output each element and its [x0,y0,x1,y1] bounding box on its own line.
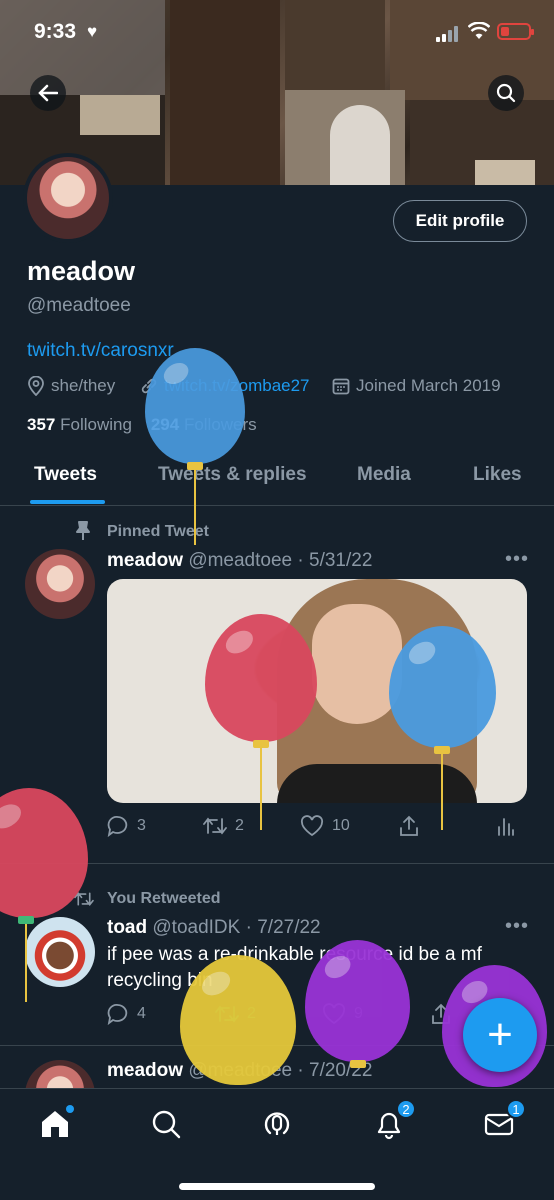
battery-icon [497,23,534,40]
website[interactable]: twitch.tv/zombae27 [140,376,310,396]
share-icon [400,815,418,836]
reply-count: 3 [137,817,146,834]
profile-tabs: Tweets Tweets & replies Media Likes [0,450,554,506]
following-link[interactable]: 357 Following [27,415,132,434]
following-count: 357 [27,415,56,434]
search-icon [496,83,516,103]
more-icon[interactable]: ••• [505,548,529,571]
like-button[interactable]: 9 [322,1003,363,1025]
retweet-button[interactable]: 2 [215,1003,256,1025]
tweet-author[interactable]: toad [107,917,147,938]
pin-icon [76,521,90,540]
tab-tweets-and-replies[interactable]: Tweets & replies [158,464,307,486]
retweet-count: 2 [235,817,244,834]
heart-icon: ♥ [87,22,98,41]
search-button[interactable] [488,75,524,111]
reply-button[interactable]: 4 [107,1003,146,1025]
plus-icon: + [487,1010,513,1059]
location-pin-icon [28,376,44,396]
like-button[interactable]: 10 [300,815,350,837]
tweet-handle: @meadtoee [188,1060,293,1081]
like-count: 9 [354,1005,363,1022]
wifi-icon [468,22,490,39]
reply-icon [107,815,128,837]
home-notification-dot [66,1105,74,1113]
retweeted-label: You Retweeted [107,890,221,907]
retweet-count: 2 [247,1005,256,1022]
tweet-header: meadow @meadtoee · 5/31/22 [107,550,372,572]
cellular-signal-icon [436,26,462,42]
messages-badge: 1 [506,1099,526,1119]
heart-outline-icon [322,1003,346,1025]
retweet-icon [215,1005,239,1023]
follow-stats: 357 Following 294 Followers [27,415,257,435]
retweet-icon [203,817,227,835]
share-button[interactable] [398,815,420,837]
calendar-icon [332,378,350,395]
active-tab-indicator [30,500,105,504]
followers-label: Followers [183,415,257,434]
tweet-author[interactable]: meadow [107,550,183,571]
joined-text: Joined March 2019 [356,376,501,395]
followers-link[interactable]: 294 Followers [151,415,257,434]
reply-count: 4 [137,1005,146,1022]
tweet-date: · 5/31/22 [297,550,373,571]
nav-spaces[interactable] [260,1107,294,1141]
following-label: Following [60,415,132,434]
search-icon [152,1110,181,1139]
tweet-image[interactable] [107,579,527,803]
status-time: 9:33 [34,20,77,43]
edit-profile-button[interactable]: Edit profile [393,200,527,242]
tweet-text: if pee was a re-drinkable resource id be… [107,944,482,991]
bio-link[interactable]: twitch.tv/carosnxr [27,340,174,362]
tweet-header: toad @toadIDK · 7/27/22 [107,917,321,939]
pronouns: she/they [27,376,115,396]
link-icon [141,378,157,394]
profile-name: meadow [27,256,136,286]
tweet-actions: 3 2 10 [107,815,527,841]
nav-search[interactable] [149,1107,183,1141]
nav-notifications[interactable]: 2 [372,1099,416,1141]
status-bar: 9:33 ♥ [0,0,554,64]
tweet-author[interactable]: meadow [107,1060,183,1081]
spaces-icon [264,1112,290,1135]
like-count: 10 [332,817,350,834]
tweet-handle: @toadIDK [152,917,241,938]
avatar[interactable] [25,917,95,987]
nav-messages[interactable]: 1 [482,1099,526,1141]
divider [0,863,554,864]
tweet-date: · 7/20/22 [297,1060,373,1081]
heart-outline-icon [300,815,324,837]
nav-home[interactable] [38,1105,74,1141]
more-icon[interactable]: ••• [505,915,529,938]
profile-handle: @meadtoee [27,295,131,316]
pinned-label: Pinned Tweet [107,523,209,540]
tab-media[interactable]: Media [357,464,411,486]
home-indicator [179,1183,375,1190]
arrow-left-icon [38,84,58,102]
joined-date: Joined March 2019 [332,376,501,396]
retweet-button[interactable]: 2 [203,815,244,837]
tab-likes[interactable]: Likes [473,464,522,486]
notifications-badge: 2 [396,1099,416,1119]
share-icon [432,1003,450,1024]
profile-avatar[interactable] [23,153,113,243]
website-text[interactable]: twitch.tv/zombae27 [164,376,310,396]
avatar[interactable] [25,549,95,619]
tweet-header: meadow @meadtoee · 7/20/22 [107,1060,372,1082]
reply-icon [107,1003,128,1025]
pronouns-text: she/they [51,376,116,395]
analytics-button[interactable] [497,815,515,837]
balloon [145,348,245,464]
analytics-icon [498,818,514,836]
reply-button[interactable]: 3 [107,815,146,837]
followers-count: 294 [150,415,180,434]
retweet-context-icon [74,891,94,907]
tweet-date: · 7/27/22 [245,917,321,938]
back-button[interactable] [30,75,66,111]
share-button[interactable] [430,1003,452,1025]
compose-tweet-button[interactable]: + [463,998,537,1072]
tweet-handle: @meadtoee [188,550,293,571]
tab-tweets[interactable]: Tweets [34,464,97,486]
